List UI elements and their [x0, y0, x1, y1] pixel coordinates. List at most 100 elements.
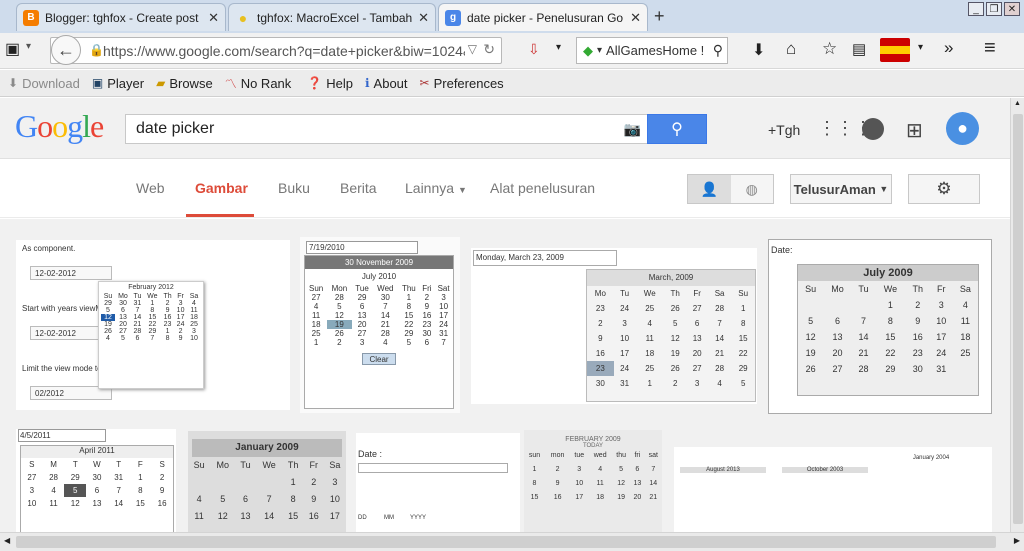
image-result[interactable]: 7/19/2010 30 November 2009 July 2010 Sun…: [300, 237, 460, 413]
overflow-chevron-icon[interactable]: »: [944, 38, 953, 58]
thumb-text: January 2004: [912, 455, 950, 461]
search-engine-value[interactable]: AllGamesHome !: [606, 43, 704, 58]
bookmark-download[interactable]: ⬇ Download: [8, 76, 80, 91]
tab-title: Blogger: tghfox - Create post: [45, 10, 199, 25]
google-search-input[interactable]: date picker 📷: [125, 114, 648, 144]
safe-search-dropdown[interactable]: TelusurAman ▼: [790, 174, 892, 204]
scroll-left-icon[interactable]: ◀: [4, 536, 10, 545]
search-query[interactable]: date picker: [136, 120, 214, 138]
bookmark-label: Download: [22, 75, 80, 91]
image-result[interactable]: Date: July 2009 Su Mo Tu We Th Fr Sa 1234 5678…: [768, 239, 992, 414]
tab-lainnya[interactable]: Lainnya ▼: [405, 180, 467, 196]
search-engine-box[interactable]: ◆ ▾ AllGamesHome ! ⚲: [576, 37, 728, 64]
bookmark-label: About: [373, 75, 408, 91]
thumb-text: 30 November 2009: [305, 256, 453, 269]
minimize-button[interactable]: _: [968, 2, 984, 16]
app-menu-icon[interactable]: ▣: [5, 39, 20, 59]
hamburger-menu-icon[interactable]: ≡: [984, 37, 996, 60]
tab-google-search[interactable]: g date picker - Penelusuran Go... ✕: [438, 3, 648, 31]
search-tabs-bar: Web Gambar Buku Berita Lainnya ▼ Alat pe…: [0, 160, 1010, 218]
help-icon: ❓: [307, 76, 323, 90]
home-icon[interactable]: ⌂: [786, 39, 796, 59]
close-icon[interactable]: ✕: [418, 10, 429, 26]
reload-icon[interactable]: ↻: [483, 41, 495, 58]
blogger-icon: B: [23, 9, 39, 26]
tab-title: date picker - Penelusuran Go...: [467, 10, 625, 25]
bookmark-browse[interactable]: ▰ Browse: [156, 76, 213, 91]
settings-button[interactable]: ⚙: [908, 174, 980, 204]
scroll-right-icon[interactable]: ▶: [1014, 536, 1020, 545]
person-icon: 👤: [700, 180, 718, 197]
bookmark-help[interactable]: ❓ Help: [307, 76, 353, 91]
close-icon[interactable]: ✕: [630, 10, 641, 26]
thumb-text: FEBRUARY 2009: [565, 436, 621, 443]
address-bar[interactable]: 🔒 https://www.google.com/search?q=date+p…: [50, 37, 502, 64]
google-logo[interactable]: Google: [15, 108, 104, 145]
info-icon: ℹ: [364, 76, 370, 90]
safe-search-label: TelusurAman: [793, 181, 876, 197]
chevron-down-icon: ▾: [597, 45, 603, 56]
scroll-up-icon[interactable]: ▲: [1014, 100, 1021, 107]
bookmark-preferences[interactable]: ✂ Preferences: [420, 76, 504, 91]
tab-search-tools[interactable]: Alat penelusuran: [490, 180, 595, 196]
bookmark-about[interactable]: ℹ About: [365, 76, 408, 91]
vertical-scrollbar[interactable]: ▲: [1010, 98, 1024, 532]
avatar[interactable]: ●: [946, 112, 979, 145]
rank-icon: 〽: [224, 76, 237, 91]
new-tab-button[interactable]: +: [654, 6, 665, 27]
search-icon[interactable]: ⚲: [713, 42, 723, 59]
thumb-text: Date :: [358, 449, 383, 459]
thumb-text: 12-02-2012: [30, 266, 112, 280]
downloads-icon[interactable]: ⬇: [752, 40, 765, 60]
bookmark-no-rank[interactable]: 〽 No Rank: [225, 75, 292, 92]
horizontal-scroll-thumb[interactable]: [16, 536, 996, 548]
tab-blogger[interactable]: B Blogger: tghfox - Create post ✕: [16, 3, 226, 31]
tab-buku[interactable]: Buku: [278, 180, 310, 196]
back-button[interactable]: ←: [51, 35, 81, 65]
thumb-text: August 2013: [680, 467, 766, 473]
image-result[interactable]: Monday, March 23, 2009 March, 2009 Mo Tu W…: [471, 248, 757, 404]
download-stop-icon[interactable]: ⇩: [528, 41, 540, 58]
thumb-text: April 2011: [21, 446, 173, 458]
thumb-text: DD: [358, 515, 367, 521]
image-result[interactable]: 4/5/2011 April 2011 SMTWTFS 27 28 29 30 31 1 2…: [16, 429, 176, 532]
bookmark-player[interactable]: ▣ Player: [92, 76, 144, 91]
google-plus-link[interactable]: +Tgh: [768, 122, 800, 138]
tab-macroexcel[interactable]: ● tghfox: MacroExcel - Tambah... ✕: [228, 3, 436, 31]
camera-icon[interactable]: 📷: [624, 121, 641, 138]
chevron-down-icon[interactable]: ▾: [556, 42, 561, 53]
image-result[interactable]: As component. 12-02-2012 Start with year…: [16, 240, 290, 410]
tab-berita[interactable]: Berita: [340, 180, 377, 196]
tab-gambar[interactable]: Gambar: [195, 180, 248, 196]
chevron-down-icon[interactable]: ▾: [26, 41, 31, 52]
close-window-button[interactable]: ✕: [1004, 2, 1020, 16]
bulb-icon: ●: [238, 9, 248, 26]
image-result[interactable]: Date : DD MM YYYY: [356, 433, 520, 532]
reading-list-icon[interactable]: ▤: [852, 40, 866, 58]
url-text[interactable]: https://www.google.com/search?q=date+pic…: [85, 43, 465, 59]
share-plus-icon[interactable]: ⊞: [906, 118, 923, 143]
vertical-scroll-thumb[interactable]: [1013, 114, 1023, 524]
tab-web[interactable]: Web: [136, 180, 165, 196]
flag-addon-icon[interactable]: [880, 38, 910, 62]
chevron-down-icon[interactable]: ▾: [918, 42, 923, 53]
image-result[interactable]: FEBRUARY 2009 TODAY sun mon tue wed thu fri sa…: [524, 430, 662, 532]
close-icon[interactable]: ✕: [208, 10, 219, 26]
thumb-text: 7/19/2010: [306, 241, 418, 254]
bookmark-star-icon[interactable]: ☆: [822, 39, 837, 59]
navigation-toolbar: ▣ ▾ 🔒 https://www.google.com/search?q=da…: [0, 33, 1024, 69]
browser-tab-strip: B Blogger: tghfox - Create post ✕ ● tghf…: [0, 0, 1024, 33]
globe-view-button[interactable]: ◍: [730, 175, 773, 203]
horizontal-scrollbar[interactable]: ◀ ▶: [0, 532, 1024, 551]
notifications-icon[interactable]: [862, 118, 884, 140]
person-view-button[interactable]: 👤: [688, 175, 731, 203]
search-engine-icon: ◆: [583, 42, 593, 58]
google-search-button[interactable]: ⚲: [647, 114, 707, 144]
image-result[interactable]: August 2013 October 2003 January 2004: [674, 447, 992, 532]
maximize-button[interactable]: ❐: [986, 2, 1002, 16]
image-result[interactable]: January 2009 Su Mo Tu We Th Fr Sa 123 4 5 6 7 8 9 10…: [188, 431, 346, 532]
lock-icon: 🔒: [89, 43, 104, 57]
thumb-text: Date:: [771, 245, 793, 255]
bookmark-label: Player: [107, 75, 145, 91]
dropdown-icon[interactable]: ▽: [468, 42, 477, 56]
